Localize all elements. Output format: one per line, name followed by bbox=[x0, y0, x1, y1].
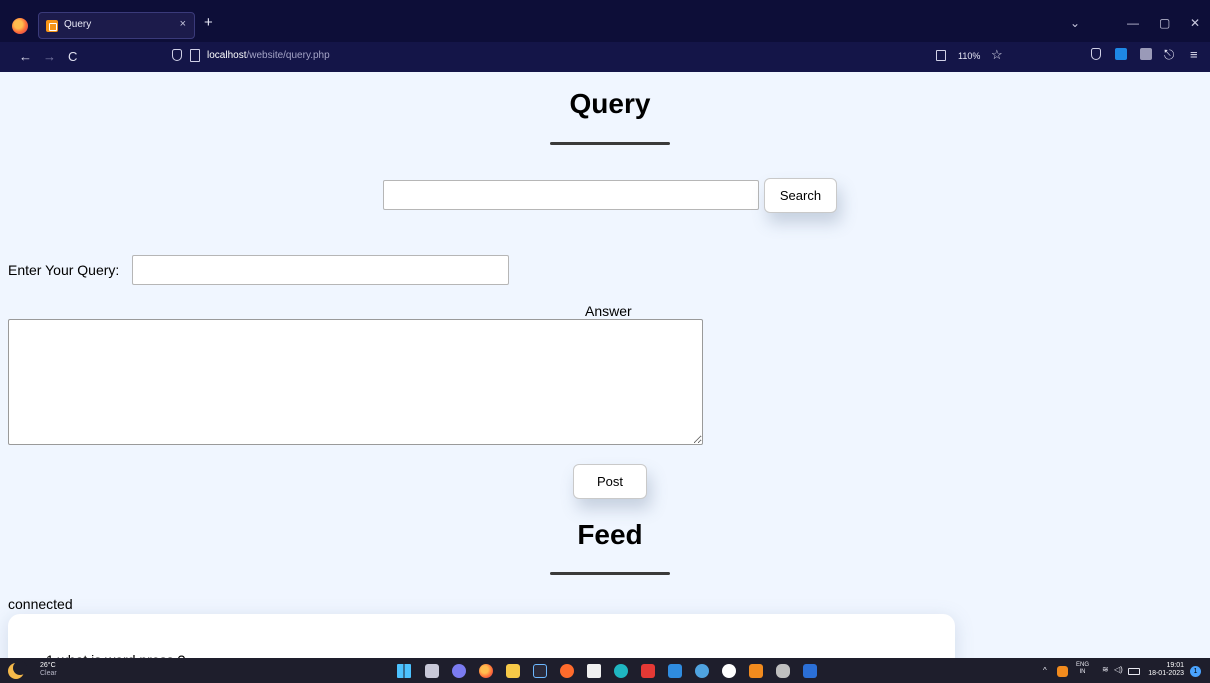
moon-weather-icon[interactable] bbox=[8, 661, 27, 679]
app-icon[interactable] bbox=[533, 664, 547, 678]
feed-underline bbox=[550, 572, 670, 575]
vscode-icon[interactable] bbox=[668, 664, 682, 678]
app-icon[interactable] bbox=[641, 664, 655, 678]
language: ENG bbox=[1076, 662, 1090, 668]
answer-label: Answer bbox=[585, 303, 632, 319]
tab-title: Query bbox=[64, 19, 92, 30]
reload-icon[interactable]: C bbox=[68, 49, 77, 65]
search-input[interactable] bbox=[383, 180, 759, 210]
weather-widget[interactable]: 26°C Clear bbox=[40, 662, 57, 678]
answer-textarea[interactable] bbox=[8, 319, 703, 445]
taskbar bbox=[0, 658, 1210, 683]
region: IN bbox=[1079, 669, 1086, 675]
pocket-icon[interactable] bbox=[1091, 48, 1101, 60]
volume-icon[interactable]: ◁) bbox=[1114, 665, 1123, 675]
connection-status: connected bbox=[8, 596, 73, 612]
app-icon[interactable] bbox=[587, 664, 601, 678]
close-window-icon[interactable]: ✕ bbox=[1190, 16, 1200, 30]
url-host: localhost bbox=[207, 50, 247, 61]
firefox-logo-icon[interactable] bbox=[12, 18, 28, 34]
tab-close-icon[interactable]: × bbox=[180, 18, 186, 30]
tracking-shield-icon[interactable] bbox=[172, 49, 182, 61]
url-bar[interactable]: localhost/website/query.php bbox=[207, 50, 330, 61]
xampp-tray-icon[interactable] bbox=[1057, 666, 1068, 677]
word-icon[interactable] bbox=[803, 664, 817, 678]
post-button[interactable]: Post bbox=[573, 464, 647, 499]
page-title: Query bbox=[569, 88, 651, 119]
back-icon[interactable]: ← bbox=[19, 49, 32, 65]
tab-query[interactable]: Query × bbox=[38, 12, 195, 39]
battery-icon[interactable] bbox=[1128, 668, 1140, 675]
chat-icon[interactable] bbox=[452, 664, 466, 678]
query-label: Enter Your Query: bbox=[8, 262, 120, 278]
start-icon[interactable] bbox=[397, 664, 411, 678]
reader-view-icon[interactable] bbox=[936, 50, 946, 61]
clock[interactable]: 19:01 18-01-2023 bbox=[1140, 662, 1184, 678]
xampp-icon[interactable] bbox=[749, 664, 763, 678]
weather-condition: Clear bbox=[40, 670, 57, 677]
query-input[interactable] bbox=[132, 255, 509, 285]
app-icon[interactable] bbox=[695, 664, 709, 678]
date: 18-01-2023 bbox=[1148, 670, 1184, 677]
new-tab-icon[interactable]: + bbox=[204, 15, 213, 31]
wifi-icon[interactable]: ≋ bbox=[1102, 665, 1109, 675]
temperature: 26°C bbox=[40, 662, 56, 669]
bookmark-star-icon[interactable]: ☆ bbox=[991, 47, 1003, 63]
feed-title: Feed bbox=[577, 519, 643, 550]
xampp-favicon-icon bbox=[46, 20, 58, 32]
zoom-level[interactable]: 110% bbox=[958, 51, 980, 61]
task-view-icon[interactable] bbox=[425, 664, 439, 678]
list-tabs-icon[interactable]: ⌄ bbox=[1070, 16, 1080, 30]
file-explorer-icon[interactable] bbox=[506, 664, 520, 678]
extension-s-icon[interactable] bbox=[1115, 48, 1127, 60]
edge-icon[interactable] bbox=[614, 664, 628, 678]
app-icon[interactable] bbox=[560, 664, 574, 678]
search-button[interactable]: Search bbox=[764, 178, 837, 213]
url-path: /website/query.php bbox=[246, 50, 330, 61]
database-icon[interactable] bbox=[776, 664, 790, 678]
forward-icon[interactable]: → bbox=[43, 49, 56, 65]
page-info-icon[interactable] bbox=[190, 49, 200, 62]
notification-badge[interactable]: 1 bbox=[1190, 666, 1201, 677]
app-icon[interactable] bbox=[722, 664, 736, 678]
app-menu-icon[interactable]: ≡ bbox=[1190, 47, 1198, 63]
minimize-icon[interactable]: — bbox=[1127, 16, 1139, 30]
firefox-taskbar-icon[interactable] bbox=[479, 664, 493, 678]
extension-icon[interactable] bbox=[1140, 48, 1152, 60]
share-icon[interactable]: ⎋ bbox=[1164, 47, 1174, 63]
language-indicator[interactable]: ENG IN bbox=[1076, 662, 1089, 676]
restore-icon[interactable]: ▢ bbox=[1159, 16, 1170, 30]
title-underline bbox=[550, 142, 670, 145]
tray-arrow-icon[interactable]: ^ bbox=[1043, 666, 1047, 676]
time: 19:01 bbox=[1166, 662, 1184, 669]
